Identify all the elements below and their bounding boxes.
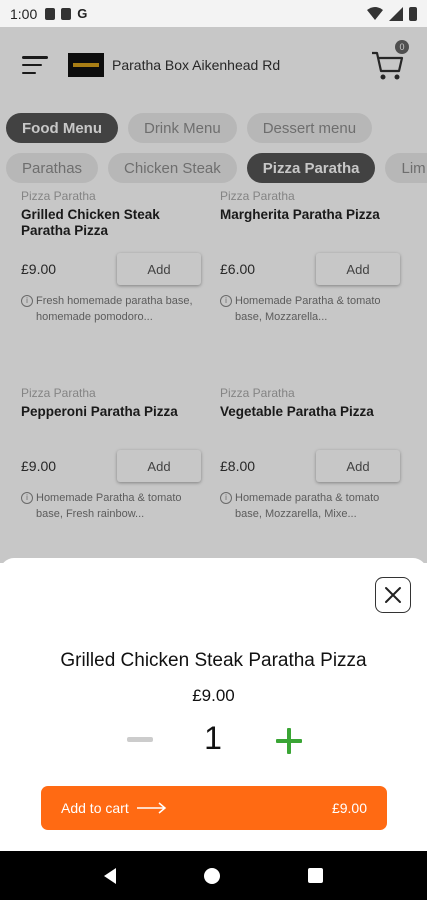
notification-icon <box>45 7 56 20</box>
decrease-quantity-button[interactable] <box>127 737 153 742</box>
increase-quantity-button[interactable] <box>276 728 302 754</box>
battery-icon <box>409 6 417 21</box>
modal-backdrop[interactable] <box>0 27 427 563</box>
signal-icon <box>389 6 403 21</box>
home-icon[interactable] <box>204 867 220 884</box>
system-nav-bar <box>0 851 427 900</box>
google-icon: G <box>77 6 88 21</box>
arrow-right-icon <box>136 802 167 814</box>
add-to-cart-button[interactable]: Add to cart £9.00 <box>41 786 387 830</box>
add-to-cart-total: £9.00 <box>331 800 367 816</box>
sheet-product-title: Grilled Chicken Steak Paratha Pizza <box>60 650 367 671</box>
wifi-icon <box>367 6 383 20</box>
product-bottom-sheet: Grilled Chicken Steak Paratha Pizza £9.0… <box>0 558 427 851</box>
recents-icon[interactable] <box>308 868 323 883</box>
sd-card-icon <box>61 7 72 20</box>
close-button[interactable] <box>375 577 411 613</box>
sheet-product-price: £9.00 <box>192 686 235 705</box>
quantity-value: 1 <box>204 720 222 756</box>
status-time: 1:00 <box>10 5 38 22</box>
add-to-cart-label: Add to cart <box>61 800 129 816</box>
status-bar: 1:00 G <box>0 0 427 27</box>
back-icon[interactable] <box>104 867 116 884</box>
close-icon <box>385 587 401 603</box>
